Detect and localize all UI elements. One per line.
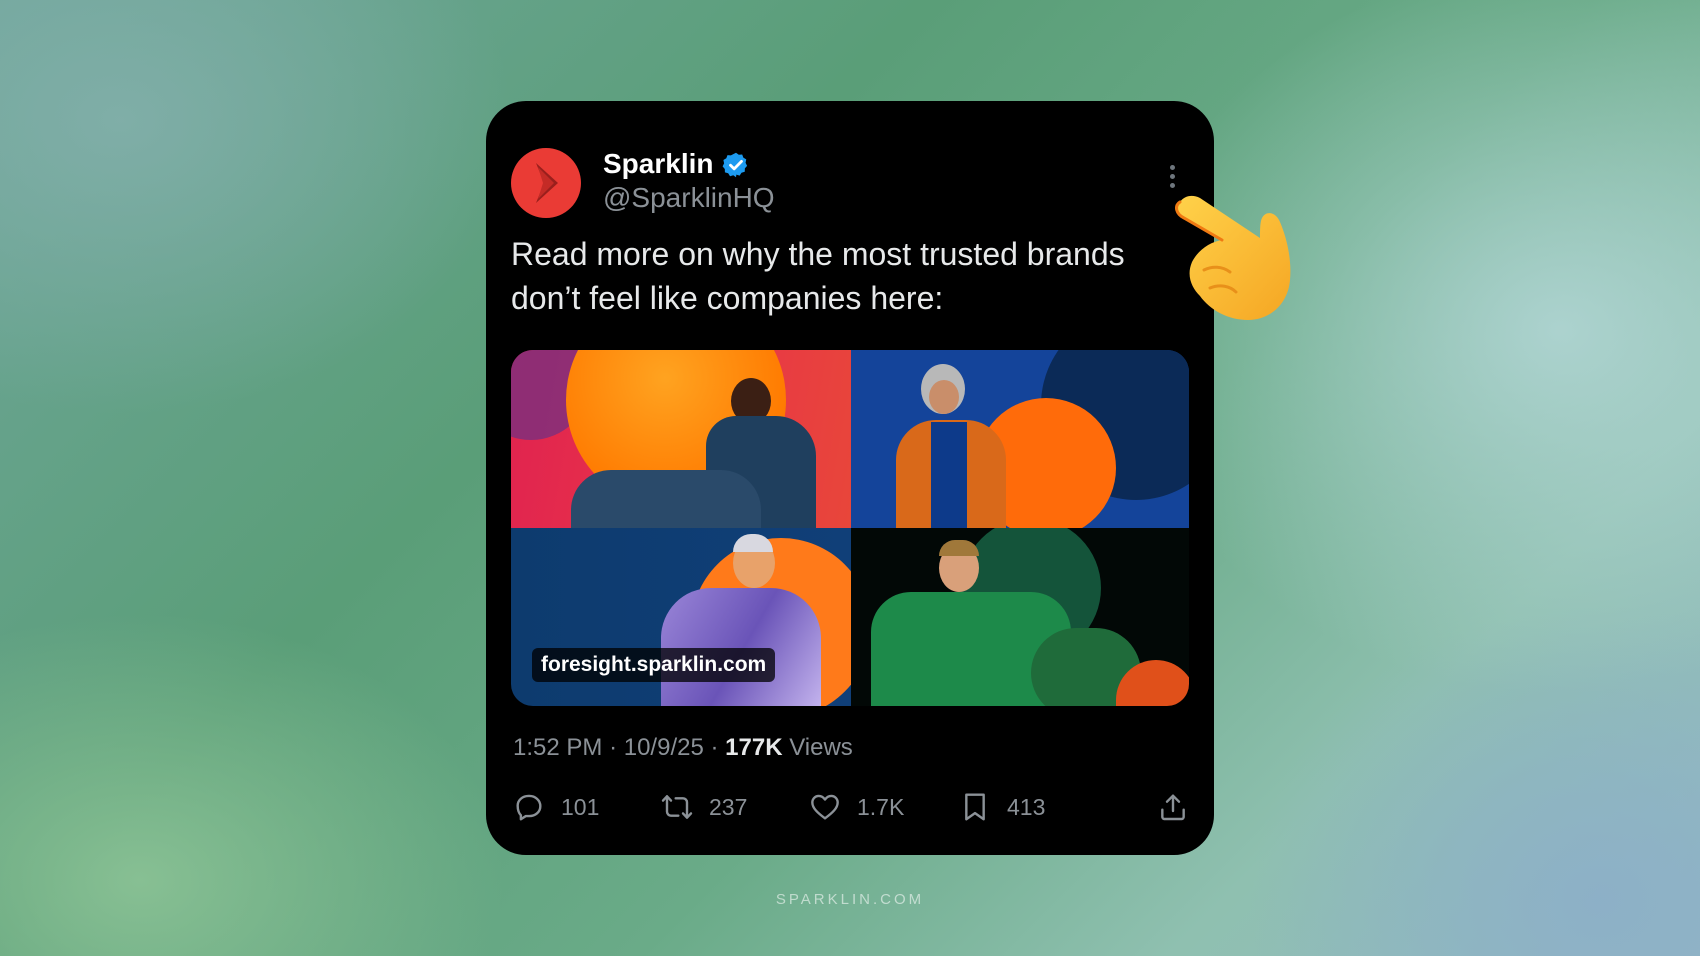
tweet-date[interactable]: 10/9/25 [624, 734, 704, 761]
reply-icon [516, 794, 542, 821]
chevron-right-icon [536, 163, 558, 203]
repost-count: 237 [709, 793, 748, 820]
views-label: Views [789, 734, 853, 761]
link-card-image[interactable]: foresight.sparklin.com [511, 350, 1189, 706]
action-bar: 101 237 1.7K 413 [513, 787, 1189, 827]
bookmark-icon [965, 793, 985, 821]
pointing-hand-icon [1175, 195, 1291, 320]
tweet-card: Sparklin @SparklinHQ Read more on why th… [486, 101, 1214, 855]
tweet-meta: 1:52 PM · 10/9/25 · 177K Views [513, 734, 853, 761]
author-name[interactable]: Sparklin [603, 147, 713, 181]
footer-brand: SPARKLIN.COM [775, 891, 925, 908]
tweet-text: Read more on why the most trusted brands… [511, 236, 1125, 316]
bookmark-count: 413 [1007, 793, 1046, 820]
like-button[interactable]: 1.7K [809, 787, 904, 827]
link-domain-label[interactable]: foresight.sparklin.com [532, 648, 776, 682]
avatar[interactable] [511, 148, 581, 218]
repost-button[interactable]: 237 [661, 787, 747, 827]
share-button[interactable] [1157, 787, 1189, 827]
like-count: 1.7K [857, 793, 905, 820]
views-count: 177K [725, 734, 783, 761]
author-handle[interactable]: @SparklinHQ [603, 181, 775, 215]
heart-icon [811, 794, 839, 820]
collage-tile-2 [851, 350, 1189, 528]
tweet-time[interactable]: 1:52 PM [513, 734, 602, 761]
bookmark-button[interactable]: 413 [959, 787, 1045, 827]
repost-icon [661, 795, 693, 819]
reply-button[interactable]: 101 [513, 787, 599, 827]
collage-tile-4 [851, 528, 1189, 706]
collage-tile-1 [511, 350, 851, 528]
verified-badge-icon [722, 152, 748, 178]
share-icon [1161, 794, 1185, 821]
reply-count: 101 [561, 793, 600, 820]
more-options-icon[interactable] [1168, 165, 1176, 193]
